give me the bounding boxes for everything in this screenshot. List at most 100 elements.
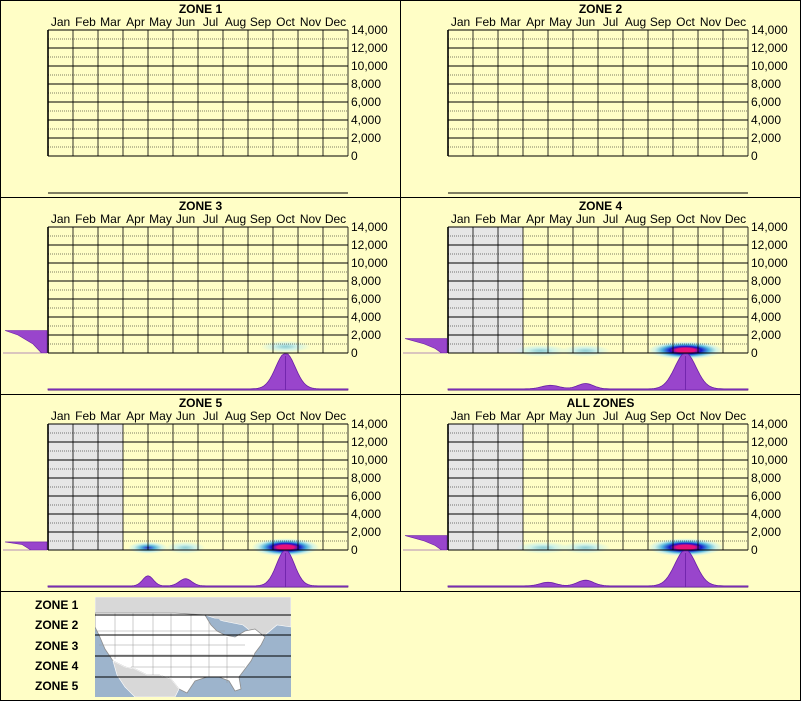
elevation-tick-label: 6,000: [351, 489, 381, 503]
month-label: Nov: [700, 409, 721, 423]
month-label: Feb: [75, 15, 96, 29]
month-label: Dec: [725, 409, 746, 423]
month-label: May: [549, 409, 572, 423]
elevation-tick-label: 12,000: [751, 238, 788, 252]
elevation-tick-label: 10,000: [351, 256, 388, 270]
elevation-tick-label: 14,000: [351, 220, 388, 234]
month-label: Oct: [276, 409, 295, 423]
month-label: Sep: [650, 15, 672, 29]
elevation-tick-label: 6,000: [351, 292, 381, 306]
elevation-tick-label: 14,000: [751, 417, 788, 431]
elevation-tick-label: 2,000: [351, 131, 381, 145]
month-label: Jan: [451, 212, 470, 226]
month-label: Mar: [100, 15, 121, 29]
month-label: Feb: [75, 409, 96, 423]
month-label: Sep: [250, 15, 272, 29]
hot-spot: [513, 344, 568, 357]
elevation-tick-label: 14,000: [351, 417, 388, 431]
month-label: Mar: [500, 409, 521, 423]
month-label: Aug: [625, 212, 646, 226]
elevation-tick-label: 2,000: [751, 131, 781, 145]
month-label: Jun: [576, 15, 595, 29]
month-label: Nov: [700, 15, 721, 29]
zone-panel: ZONE 2 Jan Feb Mar Apr May Jun Jul Aug Sep Oct Nov D…: [400, 0, 801, 198]
elevation-tick-label: 4,000: [751, 310, 781, 324]
panel-chart: Jan Feb Mar Apr May Jun Jul Aug Sep Oct Nov Dec 14,0…: [447, 15, 788, 194]
month-label: Jul: [603, 15, 618, 29]
month-profile-area: [47, 550, 349, 588]
elevation-tick-label: 6,000: [351, 95, 381, 109]
month-profile-area: [447, 353, 749, 391]
month-label: Jan: [51, 15, 70, 29]
zone-map: [95, 597, 291, 697]
month-label: Mar: [500, 212, 521, 226]
legend-zone-4: ZONE 4: [35, 659, 79, 673]
elevation-tick-label: 6,000: [751, 95, 781, 109]
month-label: Oct: [676, 212, 695, 226]
month-label: Aug: [625, 15, 646, 29]
month-profile-area: [447, 550, 749, 588]
elevation-tick-label: 0: [751, 149, 758, 163]
hot-spot: [260, 340, 311, 353]
elevation-tick-label: 0: [751, 346, 758, 360]
elevation-tick-label: 12,000: [351, 41, 388, 55]
month-label: Nov: [300, 212, 321, 226]
month-label: Nov: [300, 409, 321, 423]
month-label: Feb: [75, 212, 96, 226]
month-label: Jan: [51, 409, 70, 423]
elevation-tick-label: 14,000: [351, 23, 388, 37]
month-label: Dec: [725, 212, 746, 226]
zone-panel: ZONE 4 Jan Feb Mar Apr May Jun Jul Aug Sep Oct Nov D…: [400, 197, 801, 395]
elevation-tick-label: 12,000: [751, 435, 788, 449]
elevation-tick-label: 2,000: [751, 328, 781, 342]
month-label: May: [549, 212, 572, 226]
month-label: May: [149, 15, 172, 29]
elevation-tick-label: 2,000: [751, 525, 781, 539]
elevation-tick-label: 0: [751, 543, 758, 557]
month-label: Jan: [451, 409, 470, 423]
month-label: Jun: [176, 409, 195, 423]
month-label: Feb: [475, 212, 496, 226]
elevation-tick-label: 8,000: [351, 471, 381, 485]
elevation-tick-label: 14,000: [751, 220, 788, 234]
month-label: Aug: [225, 15, 246, 29]
month-label: Jul: [603, 212, 618, 226]
panel-chart: Jan Feb Mar Apr May Jun Jul Aug Sep Oct Nov Dec 14,0…: [47, 15, 388, 194]
month-label: Jul: [203, 409, 218, 423]
month-label: Oct: [276, 15, 295, 29]
month-label: Sep: [650, 409, 672, 423]
month-label: Feb: [475, 409, 496, 423]
month-label: Sep: [250, 409, 272, 423]
hot-spot: [560, 541, 611, 554]
elevation-tick-label: 10,000: [751, 453, 788, 467]
elevation-tick-label: 2,000: [351, 525, 381, 539]
month-label: Mar: [100, 212, 121, 226]
elevation-tick-label: 8,000: [751, 471, 781, 485]
month-label: Dec: [325, 409, 346, 423]
month-label: Apr: [126, 409, 145, 423]
elevation-tick-label: 4,000: [751, 507, 781, 521]
month-label: Dec: [725, 15, 746, 29]
legend-zone-2: ZONE 2: [35, 618, 79, 632]
panel-chart: Jan Feb Mar Apr May Jun Jul Aug Sep Oct Nov Dec 14,0…: [3, 409, 388, 588]
elevation-profile-area: [3, 541, 48, 551]
elevation-tick-label: 4,000: [751, 113, 781, 127]
elevation-tick-label: 10,000: [751, 256, 788, 270]
elevation-tick-label: 8,000: [751, 77, 781, 91]
hot-spot: [165, 541, 206, 554]
elevation-profile-area: [3, 330, 48, 354]
month-label: Apr: [526, 212, 545, 226]
month-label: Apr: [526, 409, 545, 423]
elevation-tick-label: 0: [351, 346, 358, 360]
elevation-tick-label: 8,000: [351, 274, 381, 288]
month-label: Mar: [100, 409, 121, 423]
panel-chart: Jan Feb Mar Apr May Jun Jul Aug Sep Oct Nov Dec 14,0…: [403, 212, 788, 391]
month-label: Mar: [500, 15, 521, 29]
month-label: Sep: [250, 212, 272, 226]
elevation-tick-label: 0: [351, 543, 358, 557]
elevation-tick-label: 14,000: [751, 23, 788, 37]
month-label: Aug: [625, 409, 646, 423]
elevation-tick-label: 4,000: [351, 310, 381, 324]
month-label: Aug: [225, 409, 246, 423]
figure: ZONE 1 Jan Feb Mar Apr May Jun Jul Aug Sep Oct Nov D…: [0, 0, 801, 701]
